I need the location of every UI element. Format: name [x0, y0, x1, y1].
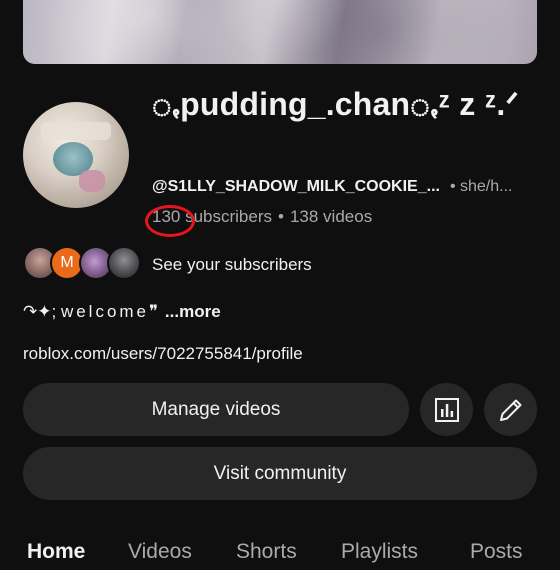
analytics-button[interactable] [420, 383, 473, 436]
channel-link[interactable]: roblox.com/users/7022755841/profile [23, 344, 303, 364]
tab-home[interactable]: Home [27, 540, 85, 564]
description-welcome: welcome [60, 302, 150, 321]
description-more[interactable]: ...more [160, 302, 221, 321]
video-count: 138 videos [289, 207, 373, 226]
channel-pronouns[interactable]: • she/h... [450, 178, 513, 195]
edit-button[interactable] [484, 383, 537, 436]
tab-shorts[interactable]: Shorts [236, 540, 297, 564]
tab-posts[interactable]: Posts [470, 540, 523, 564]
channel-handle: @S1LLY_SHADOW_MILK_COOKIE_... [152, 178, 440, 195]
visit-community-button[interactable]: Visit community [23, 447, 537, 500]
description-quote: ❞ [149, 302, 159, 321]
channel-avatar[interactable] [23, 102, 129, 208]
channel-tabs: Home Videos Shorts Playlists Posts [0, 540, 560, 570]
tab-playlists[interactable]: Playlists [341, 540, 418, 564]
see-subscribers-link[interactable]: See your subscribers [152, 255, 312, 275]
subscriber-avatar [107, 246, 141, 280]
analytics-icon [434, 397, 459, 422]
stats-separator: • [278, 207, 284, 226]
edit-pencil-icon [499, 399, 521, 421]
description-prefix: ↷✦; [23, 302, 61, 321]
manage-videos-button[interactable]: Manage videos [23, 383, 409, 436]
channel-description[interactable]: ↷✦; welcome❞ ...more [23, 302, 221, 322]
handle-row: @S1LLY_SHADOW_MILK_COOKIE_... • she/h... [152, 178, 512, 196]
channel-title: ꩻpudding_.chanꩻᶻ z ᶻ.ᐟ [152, 86, 520, 122]
tab-videos[interactable]: Videos [128, 540, 192, 564]
channel-banner [23, 0, 537, 64]
red-circle-annotation [145, 205, 195, 237]
